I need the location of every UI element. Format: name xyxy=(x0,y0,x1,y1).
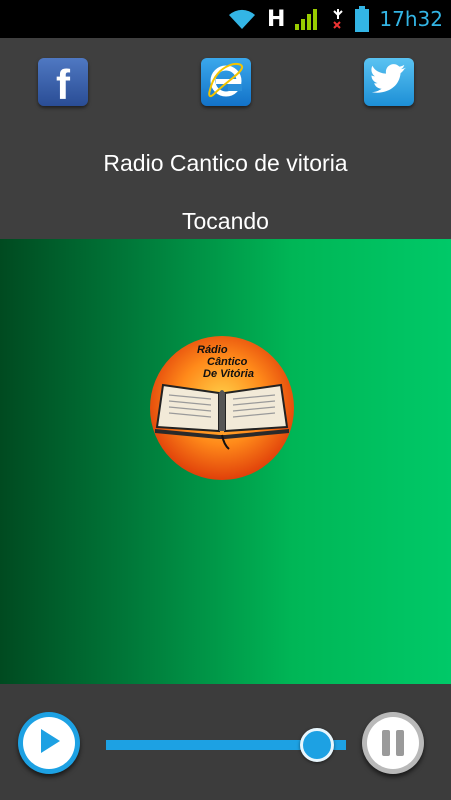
player-controls xyxy=(0,684,451,800)
station-artwork: Rádio Cântico De Vitória xyxy=(0,239,451,684)
network-type-text: H xyxy=(267,6,286,32)
play-button[interactable] xyxy=(18,712,80,774)
clock: 17h32 xyxy=(379,7,443,31)
volume-slider-thumb[interactable] xyxy=(300,728,335,762)
network-type-label: H xyxy=(267,7,285,32)
station-name: Radio Cantico de vitoria xyxy=(103,150,348,176)
signal-icon xyxy=(295,7,321,31)
no-sim-icon xyxy=(331,7,345,31)
twitter-icon xyxy=(370,64,408,100)
twitter-button[interactable] xyxy=(364,58,414,106)
facebook-icon: f xyxy=(56,61,70,108)
play-icon xyxy=(35,726,63,760)
internet-explorer-button[interactable] xyxy=(201,58,251,106)
playback-status: Tocando xyxy=(182,208,269,234)
status-bar: H 17h32 xyxy=(0,0,451,38)
pause-button[interactable] xyxy=(362,712,424,774)
logo-line2: Cântico xyxy=(207,356,248,368)
play-button-face xyxy=(23,717,75,769)
logo-line3: De Vitória xyxy=(203,368,254,380)
battery-icon xyxy=(355,6,370,32)
pause-bar-right xyxy=(396,730,404,756)
station-logo: Rádio Cântico De Vitória xyxy=(150,336,294,480)
internet-explorer-icon xyxy=(206,60,246,104)
header-panel: f Radio Cantico de vitoria Tocando xyxy=(0,38,451,239)
pause-bar-left xyxy=(382,730,390,756)
facebook-button[interactable]: f xyxy=(38,58,88,108)
wifi-icon xyxy=(227,7,257,31)
logo-line1: Rádio xyxy=(197,344,228,356)
pause-icon xyxy=(367,717,419,769)
